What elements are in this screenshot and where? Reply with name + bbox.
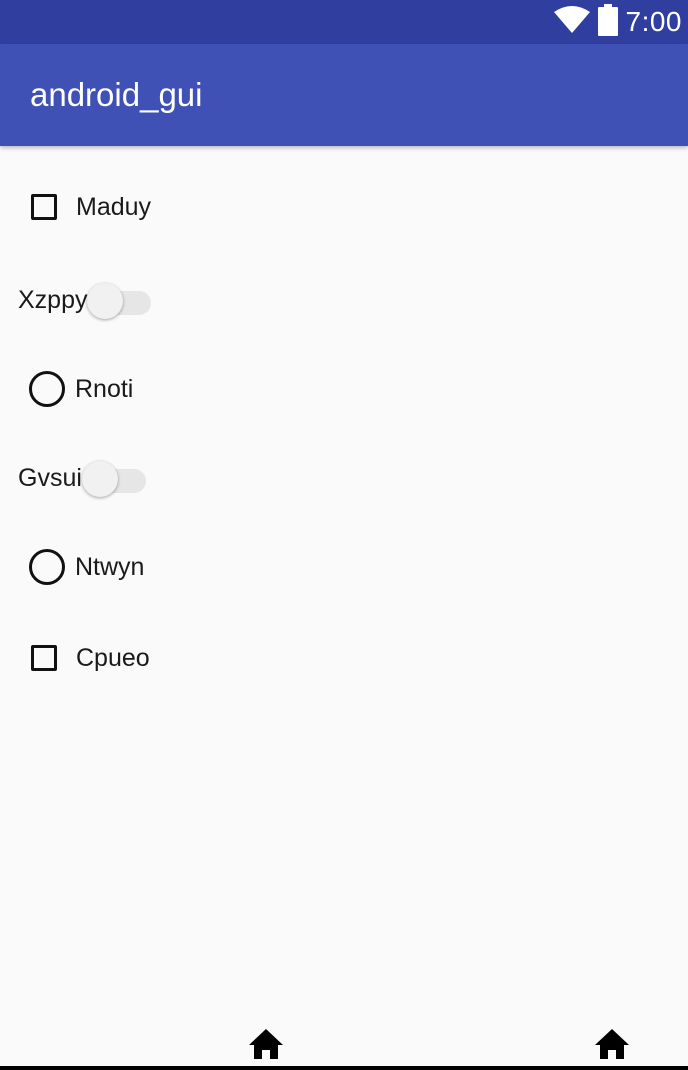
status-bar: 7:00	[0, 0, 688, 44]
checkbox-box[interactable]	[31, 645, 57, 671]
checkbox-maduy[interactable]: Maduy	[31, 194, 151, 220]
wifi-icon	[553, 5, 590, 39]
checkbox-cpueo-label: Cpueo	[76, 643, 150, 672]
status-icons: 7:00	[553, 0, 683, 44]
radio-rnoti-label: Rnoti	[75, 374, 134, 403]
status-time: 7:00	[625, 6, 682, 37]
radio-rnoti[interactable]: Rnoti	[29, 371, 133, 407]
radio-circle[interactable]	[29, 371, 65, 407]
radio-ntwyn[interactable]: Ntwyn	[29, 549, 144, 585]
switch-xzppy-toggle[interactable]	[87, 280, 152, 320]
nav-divider	[0, 1066, 688, 1070]
checkbox-maduy-label: Maduy	[76, 192, 152, 221]
switch-xzppy[interactable]: Xzppy	[18, 280, 152, 320]
switch-xzppy-label: Xzppy	[18, 285, 88, 314]
radio-ntwyn-label: Ntwyn	[75, 552, 145, 581]
battery-icon	[597, 3, 618, 41]
switch-thumb[interactable]	[81, 461, 118, 497]
switch-gvsui-label: Gvsui	[18, 463, 82, 492]
radio-circle[interactable]	[29, 549, 65, 585]
checkbox-box[interactable]	[31, 194, 57, 220]
nav-bar	[0, 1020, 688, 1070]
checkbox-cpueo[interactable]: Cpueo	[31, 645, 150, 671]
home-icon[interactable]	[594, 1028, 630, 1060]
switch-gvsui[interactable]: Gvsui	[18, 458, 146, 498]
home-icon[interactable]	[248, 1028, 284, 1060]
screen: 7:00 android_gui Maduy Xzppy Rnoti Gvsui…	[0, 0, 688, 1070]
app-title: android_gui	[30, 76, 203, 113]
app-bar: android_gui	[0, 44, 688, 146]
switch-gvsui-toggle[interactable]	[81, 458, 146, 498]
